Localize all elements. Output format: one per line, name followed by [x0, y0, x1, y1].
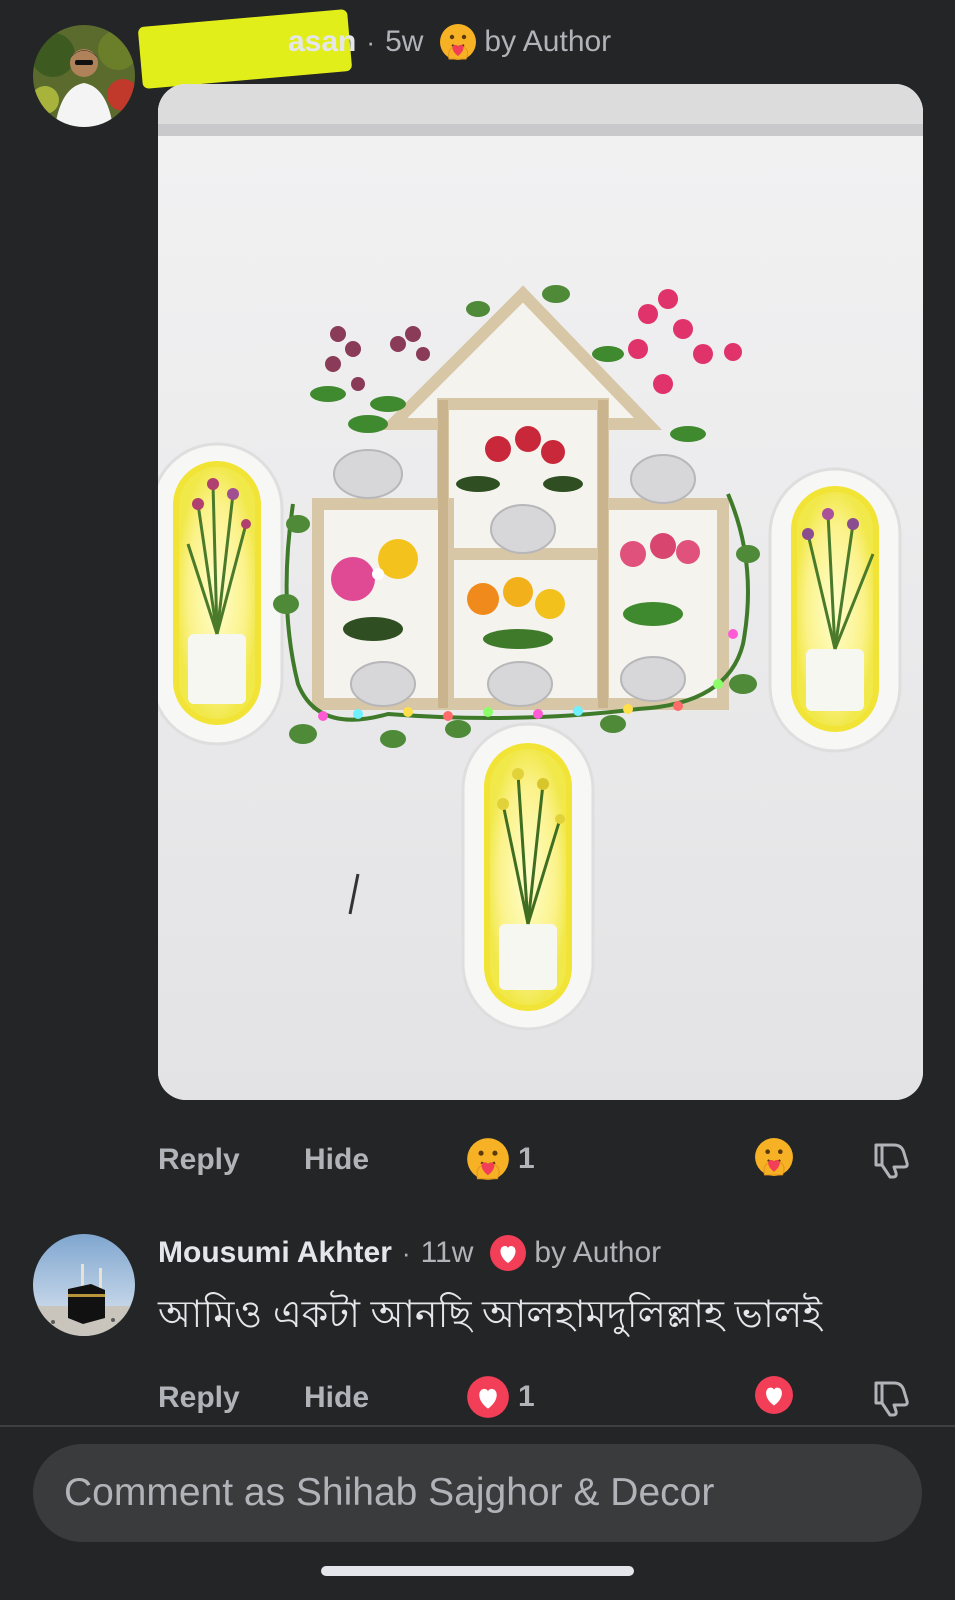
comment-photo[interactable] [158, 84, 923, 1100]
love-heart-icon [489, 1234, 527, 1272]
care-emoji-icon[interactable] [754, 1137, 794, 1177]
hide-button[interactable]: Hide [304, 1143, 369, 1177]
reaction-summary[interactable]: 1 [466, 1137, 535, 1181]
by-author-label: by Author [534, 1236, 662, 1269]
reply-button[interactable]: Reply [158, 1381, 240, 1415]
love-heart-icon [466, 1375, 510, 1419]
composer-divider [0, 1425, 955, 1427]
care-emoji-icon [439, 23, 477, 61]
hide-button[interactable]: Hide [304, 1381, 369, 1415]
timestamp[interactable]: 11w [421, 1236, 474, 1270]
reply-button[interactable]: Reply [158, 1143, 240, 1177]
commenter-avatar[interactable] [33, 1234, 135, 1336]
comment-actions: Reply Hide 1 [158, 1373, 923, 1423]
comment-meta: Mousumi Akhter · 11w by Author [158, 1231, 661, 1275]
comment-composer[interactable] [33, 1444, 922, 1542]
reaction-count: 1 [518, 1142, 535, 1175]
by-author-label: by Author [484, 25, 612, 58]
timestamp[interactable]: 5w [385, 25, 423, 59]
author-reaction: by Author [439, 23, 611, 61]
separator-dot: · [401, 1237, 411, 1268]
dislike-icon[interactable] [872, 1377, 910, 1425]
comment-actions: Reply Hide 1 [158, 1135, 923, 1185]
reaction-summary[interactable]: 1 [466, 1375, 535, 1419]
comment-input[interactable] [64, 1471, 922, 1515]
love-heart-icon[interactable] [754, 1375, 794, 1415]
home-indicator[interactable] [321, 1566, 634, 1576]
author-name[interactable]: Mousumi Akhter [158, 1236, 392, 1270]
comment-text: আমিও একটা আনছি আলহামদুলিল্লাহ ভালই [158, 1294, 822, 1336]
comment-meta: asan · 5w by Author [158, 20, 611, 64]
reaction-count: 1 [518, 1380, 535, 1413]
commenter-avatar[interactable] [33, 25, 135, 127]
author-reaction: by Author [489, 1234, 661, 1272]
author-name[interactable]: asan [288, 25, 356, 59]
separator-dot: · [366, 26, 376, 57]
comments-screen: asan · 5w by Author Reply Hide 1 Mousumi… [0, 0, 955, 1600]
dislike-icon[interactable] [872, 1139, 910, 1187]
care-emoji-icon [466, 1137, 510, 1181]
